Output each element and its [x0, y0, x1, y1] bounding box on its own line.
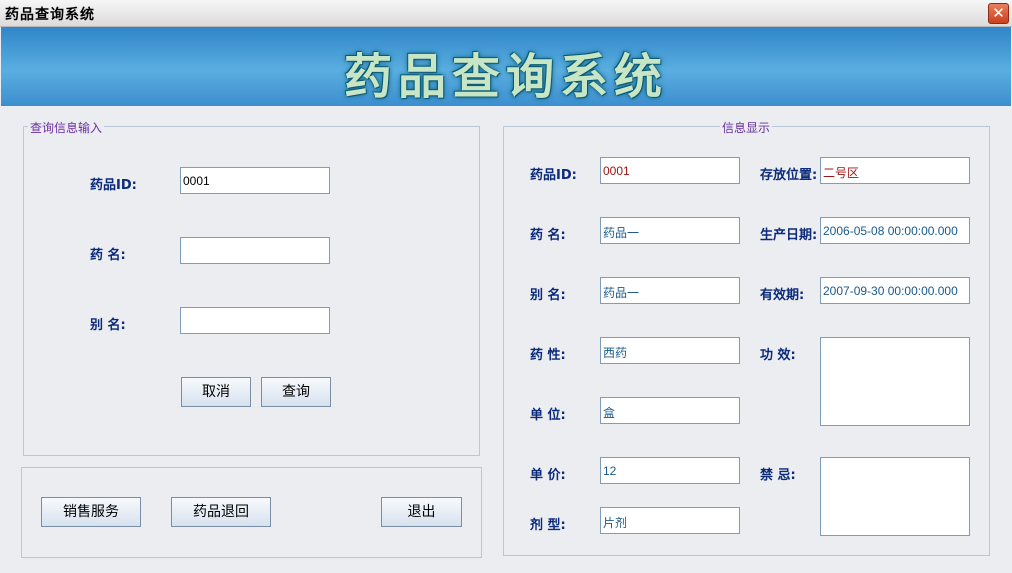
- window-title: 药品查询系统: [5, 7, 95, 23]
- exit-button[interactable]: 退出: [381, 497, 462, 527]
- info-mfg-date-label: 生产日期:: [760, 228, 818, 243]
- info-efficacy-textarea[interactable]: [820, 337, 970, 426]
- close-icon[interactable]: ✕: [988, 3, 1009, 24]
- query-drug-name-input[interactable]: [180, 237, 330, 264]
- info-type-field[interactable]: 西药: [600, 337, 740, 364]
- sales-service-button[interactable]: 销售服务: [41, 497, 141, 527]
- info-form-label: 剂 型:: [530, 518, 566, 533]
- info-expiry-label: 有效期:: [760, 288, 805, 303]
- info-efficacy-label: 功 效:: [760, 348, 796, 363]
- info-unit-field[interactable]: 盒: [600, 397, 740, 424]
- info-price-field[interactable]: 12: [600, 457, 740, 484]
- info-drug-id-field[interactable]: 0001: [600, 157, 740, 184]
- query-panel-legend: 查询信息输入: [28, 119, 105, 136]
- window-titlebar: 药品查询系统 ✕: [0, 0, 1012, 27]
- query-alias-label: 别 名:: [90, 318, 126, 333]
- info-name-field[interactable]: 药品一: [600, 217, 740, 244]
- info-location-label: 存放位置:: [760, 168, 818, 183]
- info-location-field[interactable]: 二号区: [820, 157, 970, 184]
- query-alias-input[interactable]: [180, 307, 330, 334]
- info-contraindication-label: 禁 忌:: [760, 468, 796, 483]
- query-drug-id-input[interactable]: 0001: [180, 167, 330, 194]
- info-type-label: 药 性:: [530, 348, 566, 363]
- info-mfg-date-field[interactable]: 2006-05-08 00:00:00.000: [820, 217, 970, 244]
- info-expiry-field[interactable]: 2007-09-30 00:00:00.000: [820, 277, 970, 304]
- info-alias-field[interactable]: 药品一: [600, 277, 740, 304]
- info-drug-id-label: 药品ID:: [530, 168, 577, 183]
- info-price-label: 单 价:: [530, 468, 566, 483]
- banner-title: 药品查询系统: [343, 49, 668, 105]
- cancel-button[interactable]: 取消: [181, 377, 251, 407]
- info-form-field[interactable]: 片剂: [600, 507, 740, 534]
- header-banner: 药品查询系统: [1, 27, 1011, 106]
- info-contraindication-textarea[interactable]: [820, 457, 970, 536]
- info-name-label: 药 名:: [530, 228, 566, 243]
- query-drug-name-label: 药 名:: [90, 248, 126, 263]
- info-panel-legend: 信息显示: [720, 119, 773, 136]
- query-drug-id-label: 药品ID:: [90, 178, 137, 193]
- info-unit-label: 单 位:: [530, 408, 566, 423]
- query-button[interactable]: 查询: [261, 377, 331, 407]
- drug-return-button[interactable]: 药品退回: [171, 497, 271, 527]
- info-alias-label: 别 名:: [530, 288, 566, 303]
